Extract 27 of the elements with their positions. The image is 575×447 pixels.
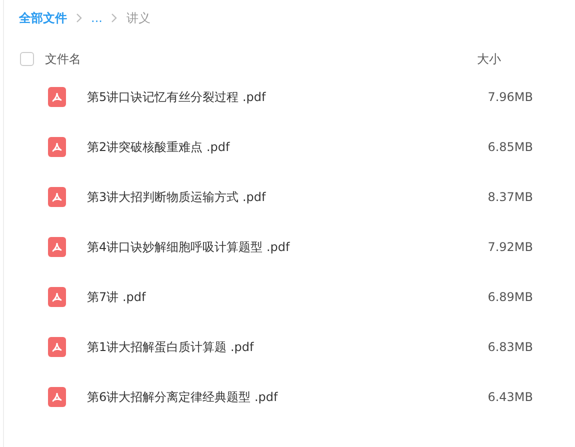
file-name[interactable]: 第7讲 .pdf [87,288,453,306]
file-name[interactable]: 第5讲口诀记忆有丝分裂过程 .pdf [87,88,453,106]
file-name[interactable]: 第4讲口诀妙解细胞呼吸计算题型 .pdf [87,238,453,256]
file-size: 7.96MB [486,90,533,104]
pdf-file-icon [48,137,66,157]
pdf-file-icon [48,287,66,307]
pdf-file-icon [48,337,66,357]
file-size: 6.43MB [486,390,533,404]
pdf-file-icon [48,237,66,257]
file-name[interactable]: 第6讲大招解分离定律经典题型 .pdf [87,388,453,406]
column-header[interactable]: 文件名 [45,50,477,68]
breadcrumb-current: 讲义 [126,10,150,26]
file-name[interactable]: 第2讲突破核酸重难点 .pdf [87,138,453,156]
select-all-checkbox[interactable] [20,52,34,66]
file-size: 7.92MB [486,240,533,254]
file-size: 8.37MB [486,190,533,204]
column-header[interactable]: 大小 [477,50,575,68]
chevron-icon [75,13,83,23]
file-name[interactable]: 第3讲大招判断物质运输方式 .pdf [87,188,453,206]
file-name[interactable]: 第1讲大招解蛋白质计算题 .pdf [87,338,453,356]
pdf-file-icon [48,387,66,407]
pdf-file-icon [48,87,66,107]
file-size: 6.83MB [486,340,533,354]
chevron-icon [110,13,118,23]
pdf-file-icon [48,187,66,207]
file-size: 6.85MB [486,140,533,154]
file-size: 6.89MB [486,290,533,304]
